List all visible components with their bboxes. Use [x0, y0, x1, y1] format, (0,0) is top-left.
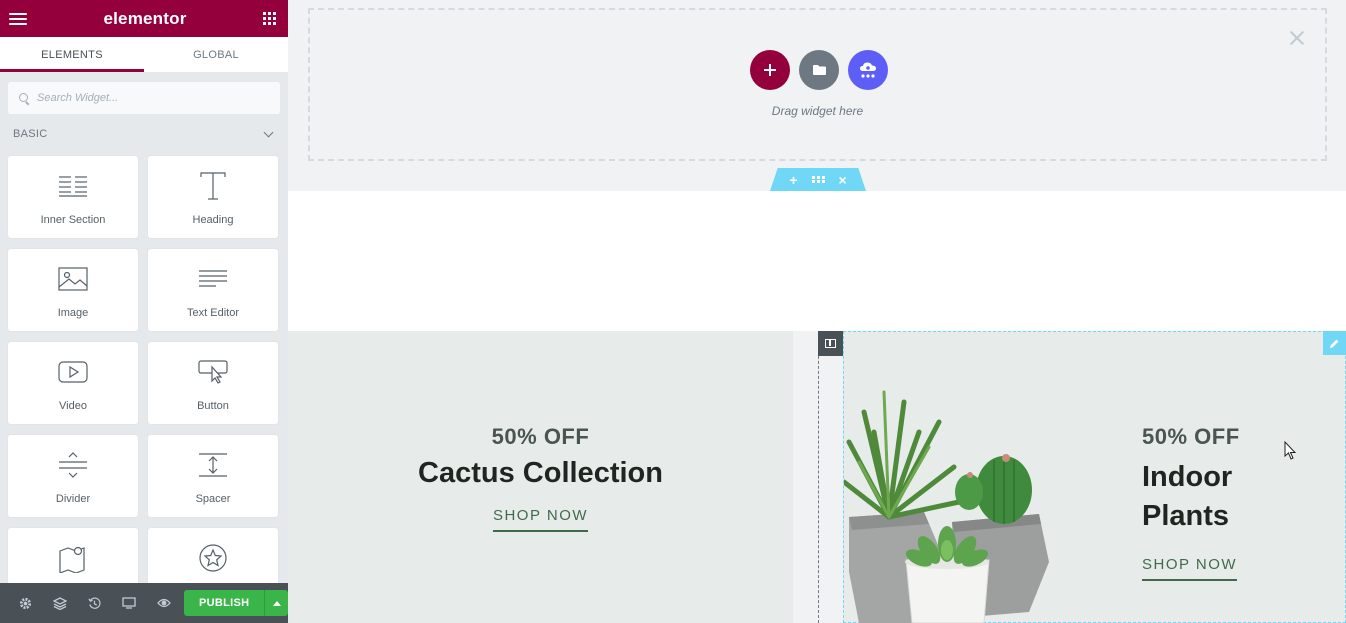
promo-content: 50% OFF Indoor Plants SHOP NOW — [1142, 424, 1292, 582]
search-icon — [19, 93, 29, 103]
promo-title: Indoor Plants — [1142, 458, 1292, 536]
image-icon — [58, 263, 88, 295]
section-handle: + × — [770, 168, 866, 191]
promo-title: Cactus Collection — [418, 457, 663, 489]
empty-section — [288, 191, 1346, 331]
add-template-button[interactable] — [799, 50, 839, 90]
widget-button[interactable]: Button — [148, 342, 278, 424]
heading-icon — [199, 170, 227, 202]
column-handle[interactable] — [818, 331, 843, 356]
drag-handle-icon[interactable] — [811, 176, 825, 183]
promo-offer: 50% OFF — [1142, 424, 1240, 449]
category-label: BASIC — [13, 128, 48, 140]
widget-label: Button — [197, 400, 229, 412]
panel-footer: PUBLISH — [0, 583, 288, 623]
history-icon[interactable] — [77, 583, 112, 623]
column-icon — [825, 339, 836, 348]
add-section-buttons — [750, 50, 888, 90]
tab-global[interactable]: GLOBAL — [144, 37, 288, 72]
cloud-icon — [860, 62, 876, 78]
shop-now-link[interactable]: SHOP NOW — [1142, 556, 1238, 582]
inner-section-icon — [58, 170, 88, 202]
close-icon[interactable]: × — [839, 173, 847, 187]
star-icon — [198, 542, 228, 574]
drop-hint: Drag widget here — [771, 104, 864, 118]
video-icon — [58, 356, 88, 388]
preview-icon[interactable] — [147, 583, 182, 623]
widget-label: Spacer — [195, 493, 231, 505]
plants-image — [844, 390, 1049, 623]
promo-title-line: Indoor — [1142, 461, 1233, 493]
promo-title-line: Plants — [1142, 500, 1230, 533]
add-section-button[interactable] — [750, 50, 790, 90]
widget-label: Image — [57, 307, 89, 319]
promo-card-cactus: 50% OFF Cactus Collection SHOP NOW — [288, 331, 793, 623]
mouse-cursor-icon — [1284, 441, 1297, 460]
spacer-icon — [198, 449, 228, 481]
menu-icon[interactable] — [9, 12, 27, 25]
chevron-down-icon — [263, 127, 274, 137]
search-input[interactable] — [37, 92, 257, 104]
tab-elements[interactable]: ELEMENTS — [0, 37, 144, 72]
caret-up-icon — [272, 600, 281, 606]
category-header-basic[interactable]: BASIC — [0, 121, 288, 147]
button-icon — [198, 356, 228, 388]
responsive-icon[interactable] — [112, 583, 147, 623]
publish-button[interactable]: PUBLISH — [184, 590, 265, 616]
widget-video[interactable]: Video — [8, 342, 138, 424]
navigator-icon[interactable] — [43, 583, 78, 623]
editor-canvas: Drag widget here + × 50% OFF Cactus Coll… — [288, 0, 1346, 623]
google-maps-icon — [58, 542, 88, 574]
widget-search — [8, 82, 280, 114]
panel-tabs: ELEMENTS GLOBAL — [0, 37, 288, 72]
edit-widget-button[interactable] — [1323, 331, 1346, 355]
widget-label: Heading — [192, 214, 234, 226]
text-editor-icon — [198, 263, 228, 295]
widget-label: Inner Section — [40, 214, 106, 226]
widget-text-editor[interactable]: Text Editor — [148, 249, 278, 331]
promo-content: 50% OFF Cactus Collection SHOP NOW — [288, 424, 793, 533]
shop-now-link[interactable]: SHOP NOW — [492, 507, 589, 533]
widget-divider[interactable]: Divider — [8, 435, 138, 517]
add-section-dropzone[interactable]: Drag widget here — [308, 8, 1327, 161]
widget-image[interactable]: Image — [8, 249, 138, 331]
widget-inner-section[interactable]: Inner Section — [8, 156, 138, 238]
panel-header: elementor — [0, 0, 288, 37]
column-divider — [818, 331, 819, 623]
widget-heading[interactable]: Heading — [148, 156, 278, 238]
pencil-icon — [1330, 339, 1339, 348]
widget-label: Video — [59, 400, 87, 412]
settings-icon[interactable] — [8, 583, 43, 623]
template-kit-button[interactable] — [848, 50, 888, 90]
promo-offer: 50% OFF — [491, 424, 590, 449]
widget-label: Divider — [55, 493, 91, 505]
widget-grid: Inner Section Heading Image Text Editor … — [0, 156, 288, 610]
close-icon[interactable] — [1289, 30, 1305, 46]
add-icon[interactable]: + — [789, 173, 797, 187]
brand-logo: elementor — [103, 8, 187, 28]
folder-icon — [812, 65, 826, 75]
divider-icon — [58, 449, 88, 481]
widgets-grid-icon[interactable] — [263, 12, 276, 25]
widget-label: Text Editor — [187, 307, 239, 319]
publish-options-button[interactable] — [264, 590, 288, 616]
editor-panel: elementor ELEMENTS GLOBAL BASIC — [0, 0, 288, 623]
widget-spacer[interactable]: Spacer — [148, 435, 278, 517]
